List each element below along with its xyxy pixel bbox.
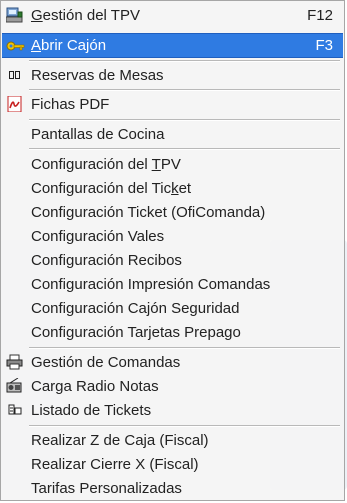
menu-item-pantallas-cocina[interactable]: Pantallas de Cocina [2,123,343,145]
menu-item-label: Realizar Z de Caja (Fiscal) [31,431,209,449]
menu-item-config-cajon-seguridad[interactable]: Configuración Cajón Seguridad [2,297,343,319]
menu-separator [29,148,340,150]
menu-separator [29,425,340,427]
menu-item-label: Pantallas de Cocina [31,125,165,143]
menu-item-tarifas-personalizadas[interactable]: Tarifas Personalizadas [2,477,343,499]
menu-item-listado-tickets[interactable]: Listado de Tickets [2,399,343,421]
menu-separator [29,347,340,349]
menu-item-reservas-mesas[interactable]: Reservas de Mesas [2,64,343,86]
menu-item-label: Carga Radio Notas [31,377,159,395]
menu-separator [29,60,340,62]
menu-item-label: Abrir Cajón [31,37,107,54]
printer-icon [6,354,23,370]
pos-terminal-icon [5,7,23,23]
book-icon [6,67,23,83]
menu-item-config-tpv[interactable]: Configuración del TPV [2,153,343,175]
menu-item-gestion-tpv[interactable]: Gestión del TPV F12 [2,4,343,26]
menu-item-label: Configuración Impresión Comandas [31,275,271,293]
menu-item-gestion-comandas[interactable]: Gestión de Comandas [2,351,343,373]
menu-item-label: Configuración Tarjetas Prepago [31,323,241,341]
menu-item-carga-radio-notas[interactable]: Carga Radio Notas [2,375,343,397]
menu-item-label: Gestión de Comandas [31,353,181,371]
menu-item-shortcut: F12 [307,6,333,24]
menu-item-config-recibos[interactable]: Configuración Recibos [2,249,343,271]
menu-item-realizar-z-caja[interactable]: Realizar Z de Caja (Fiscal) [2,429,343,451]
pdf-icon [6,95,23,113]
menu-item-label: Listado de Tickets [31,401,152,419]
menu-item-shortcut: F3 [315,37,333,54]
ticket-list-icon [6,402,23,418]
context-menu: Gestión del TPV F12 Abrir Cajón F3 Reser [0,0,345,501]
menu-item-realizar-cierre-x[interactable]: Realizar Cierre X (Fiscal) [2,453,343,475]
menu-item-abrir-cajon[interactable]: Abrir Cajón F3 [2,33,343,58]
menu-item-config-ticket-oficomanda[interactable]: Configuración Ticket (OfiComanda) [2,201,343,223]
menu-item-label: Configuración del Ticket [31,179,192,197]
menu-item-label: Reservas de Mesas [31,66,164,84]
menu-item-label: Fichas PDF [31,95,110,113]
menu-item-label: Configuración Ticket (OfiComanda) [31,203,266,221]
menu-item-fichas-pdf[interactable]: Fichas PDF [2,93,343,115]
menu-item-label: Configuración Vales [31,227,165,245]
menu-item-label: Tarifas Personalizadas [31,479,182,497]
menu-item-config-tarjetas-prepago[interactable]: Configuración Tarjetas Prepago [2,321,343,343]
menu-item-label: Gestión del TPV [31,6,140,24]
menu-item-config-vales[interactable]: Configuración Vales [2,225,343,247]
radio-icon [6,377,23,394]
menu-item-label: Configuración del TPV [31,155,181,173]
menu-item-label: Configuración Recibos [31,251,182,269]
menu-item-config-ticket[interactable]: Configuración del Ticket [2,177,343,199]
menu-item-label: Realizar Cierre X (Fiscal) [31,455,199,473]
key-icon [6,38,25,54]
menu-item-config-impresion-comandas[interactable]: Configuración Impresión Comandas [2,273,343,295]
menu-item-label: Configuración Cajón Seguridad [31,299,240,317]
menu-separator [29,119,340,121]
menu-separator [29,89,340,91]
